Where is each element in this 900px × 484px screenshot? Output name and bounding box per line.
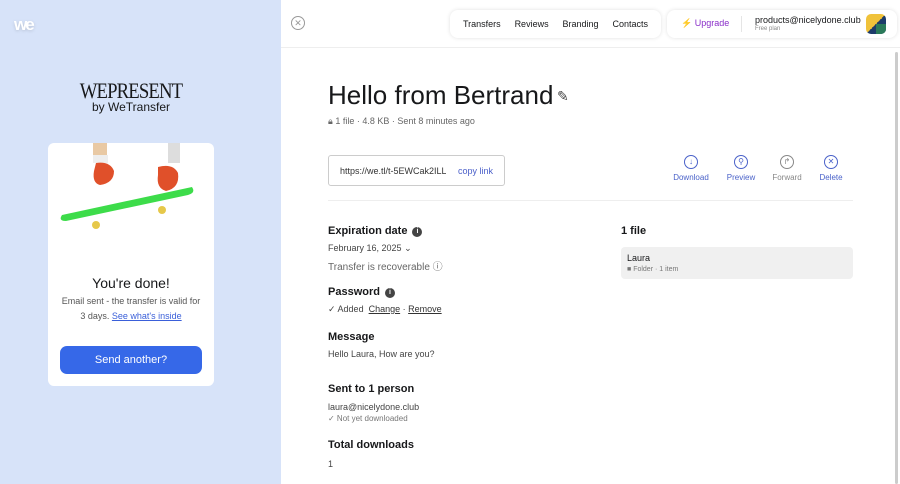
delete-label: Delete xyxy=(819,173,843,182)
recipients-heading: Sent to 1 person xyxy=(328,383,415,395)
info-icon[interactable]: i xyxy=(384,288,395,298)
close-icon[interactable]: ✕ xyxy=(291,16,305,30)
skateboard-illustration xyxy=(60,143,194,229)
download-label: Download xyxy=(673,173,709,182)
remove-password-link[interactable]: Remove xyxy=(408,304,442,314)
lock-icon: 🔒︎ xyxy=(328,116,333,126)
nav-branding[interactable]: Branding xyxy=(563,19,599,29)
promo-sidebar: we WEPRESENT by WeTransfer You're done! … xyxy=(0,0,281,484)
account-email[interactable]: products@nicelydone.club xyxy=(755,15,861,25)
expiration-date: February 16, 2025 xyxy=(328,243,402,253)
recipient-email: laura@nicelydone.club xyxy=(328,402,420,412)
scrollbar[interactable] xyxy=(895,52,898,484)
send-another-button[interactable]: Send another? xyxy=(60,346,202,374)
recoverable-label: Transfer is recoverable xyxy=(328,262,430,273)
transfer-title: Hello from Bertrand xyxy=(328,80,554,110)
nav-transfers[interactable]: Transfers xyxy=(463,19,501,29)
done-text: Email sent - the transfer is valid for 3… xyxy=(58,294,204,324)
divider xyxy=(741,16,742,32)
wepresent-byline: by WeTransfer xyxy=(91,100,171,114)
recoverable-text: Transfer is recoverable ⓘ xyxy=(328,258,443,273)
folder-icon: ■ xyxy=(627,266,632,273)
password-heading: Password i xyxy=(328,286,395,298)
password-status: ✓ Added Change · Remove xyxy=(328,304,442,314)
done-title: You're done! xyxy=(92,275,170,291)
account-bar: ⚡ Upgrade products@nicelydone.club Free … xyxy=(667,10,897,38)
downloads-count: 1 xyxy=(328,459,334,469)
upgrade-label: Upgrade xyxy=(694,18,730,28)
message-text: Hello Laura, How are you? xyxy=(328,349,435,359)
expiration-date-dropdown[interactable]: February 16, 2025 ⌄ xyxy=(328,243,412,254)
expiration-heading: Expiration date i xyxy=(328,225,423,237)
edit-icon[interactable]: ✎ xyxy=(557,88,569,105)
info-icon[interactable]: i xyxy=(412,227,423,237)
download-button[interactable]: ↓ Download xyxy=(666,155,716,182)
section-divider xyxy=(328,200,853,201)
file-meta-text: Folder · 1 item xyxy=(633,266,679,273)
avatar[interactable] xyxy=(866,14,886,34)
files-heading: 1 file xyxy=(621,225,647,237)
preview-label: Preview xyxy=(726,173,756,182)
top-nav: Transfers Reviews Branding Contacts xyxy=(450,10,661,38)
password-label: Password xyxy=(328,286,380,298)
preview-button[interactable]: ⚲ Preview xyxy=(716,155,766,182)
chevron-down-icon: ⌄ xyxy=(404,243,412,253)
close-circle-icon: ✕ xyxy=(824,155,838,169)
account-plan: Free plan xyxy=(755,26,781,32)
downloads-heading: Total downloads xyxy=(328,439,414,451)
file-meta: ■ Folder · 1 item xyxy=(627,266,678,273)
download-icon: ↓ xyxy=(684,155,698,169)
search-icon: ⚲ xyxy=(734,155,748,169)
see-inside-link[interactable]: See what's inside xyxy=(112,311,182,321)
help-icon[interactable]: ⓘ xyxy=(433,262,443,273)
copy-link-button[interactable]: copy link xyxy=(458,166,493,176)
transfer-meta: 🔒︎ 1 file · 4.8 KB · Sent 8 minutes ago xyxy=(328,116,475,127)
forward-label: Forward xyxy=(772,173,802,182)
message-heading: Message xyxy=(328,331,375,343)
done-card: You're done! Email sent - the transfer i… xyxy=(48,143,214,386)
forward-icon: ↱ xyxy=(780,155,794,169)
nav-reviews[interactable]: Reviews xyxy=(515,19,549,29)
meta-text: 1 file · 4.8 KB · Sent 8 minutes ago xyxy=(335,116,475,126)
upgrade-button[interactable]: ⚡ Upgrade xyxy=(681,18,729,29)
expiration-label: Expiration date xyxy=(328,225,408,237)
link-box: https://we.tl/t-5EWCak2ILL copy link xyxy=(328,155,505,186)
file-item[interactable]: Laura ■ Folder · 1 item xyxy=(621,247,853,279)
nav-contacts[interactable]: Contacts xyxy=(612,19,648,29)
transfer-url[interactable]: https://we.tl/t-5EWCak2ILL xyxy=(340,166,446,176)
password-added: ✓ Added xyxy=(328,304,364,314)
file-name: Laura xyxy=(627,253,651,263)
change-password-link[interactable]: Change xyxy=(369,304,401,314)
forward-button[interactable]: ↱ Forward xyxy=(762,155,812,182)
recipient-status: ✓ Not yet downloaded xyxy=(328,414,408,423)
transfer-panel: ✕ Transfers Reviews Branding Contacts ⚡ … xyxy=(281,0,900,484)
header-divider xyxy=(281,47,900,48)
wetransfer-logo[interactable]: we xyxy=(14,15,35,35)
delete-button[interactable]: ✕ Delete xyxy=(806,155,856,182)
lightning-icon: ⚡ xyxy=(681,18,693,28)
